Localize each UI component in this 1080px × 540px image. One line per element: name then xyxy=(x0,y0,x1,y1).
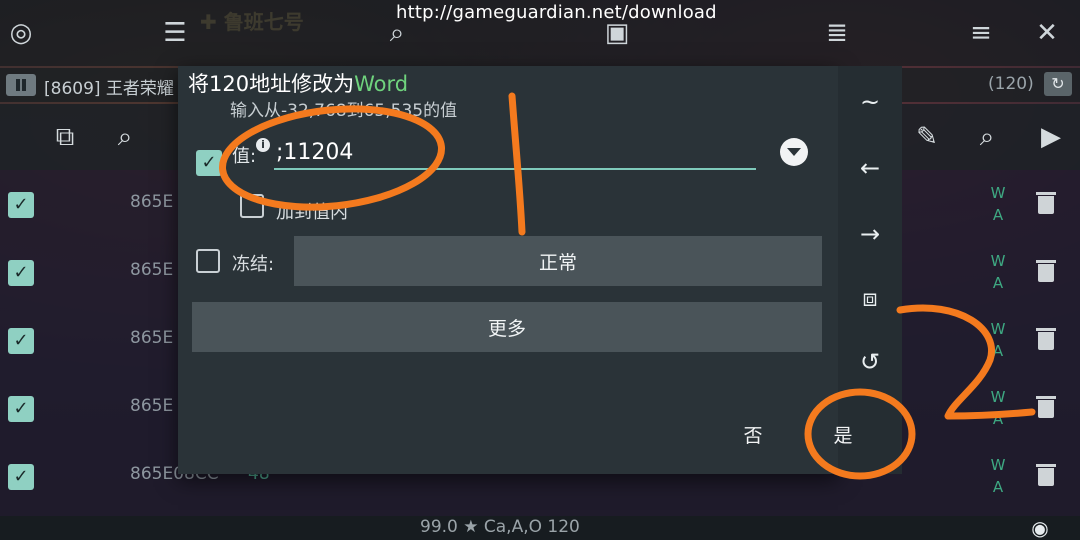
value-checkbox[interactable]: ✓ xyxy=(196,150,222,176)
confirm-button[interactable]: 是 xyxy=(820,414,866,454)
add-to-value-checkbox[interactable] xyxy=(240,194,264,218)
eye-icon[interactable]: ◉ xyxy=(1024,516,1056,540)
add-to-value-label: 加到值内 xyxy=(276,202,348,223)
freeze-checkbox[interactable] xyxy=(196,249,220,273)
row-checkbox[interactable]: ✓ xyxy=(8,260,34,286)
dialog-title: 将120地址修改为Word xyxy=(188,68,408,98)
chevron-down-icon[interactable] xyxy=(780,138,808,166)
dialog-title-prefix: 将120地址修改为 xyxy=(188,72,355,96)
search-icon[interactable]: ⌕ xyxy=(970,120,1004,154)
more-button[interactable]: 更多 xyxy=(192,302,822,352)
status-text: 99.0 ★ Ca,A,O 120 xyxy=(420,517,580,537)
arrow-left-icon[interactable]: ← xyxy=(850,148,890,188)
process-label: [8609] 王者荣耀 xyxy=(44,79,174,99)
search-check-icon[interactable]: ⌕ xyxy=(108,120,142,154)
row-address: 865E xyxy=(130,260,174,280)
arrow-right-icon[interactable]: → xyxy=(850,214,890,254)
row-address: 865E xyxy=(130,396,174,416)
trash-icon[interactable] xyxy=(1036,190,1056,214)
row-type: WA xyxy=(990,252,1006,292)
row-address: 865E xyxy=(130,192,174,212)
value-input[interactable] xyxy=(274,136,756,170)
row-checkbox[interactable]: ✓ xyxy=(8,328,34,354)
value-range-hint: 输入从-32,768到65,535的值 xyxy=(230,101,458,121)
app-logo-icon[interactable]: ◎ xyxy=(6,18,36,48)
row-type: WA xyxy=(990,184,1006,224)
sliders-icon[interactable]: ☰ xyxy=(160,18,190,48)
history-icon[interactable]: ↺ xyxy=(850,342,890,382)
info-icon[interactable]: i xyxy=(256,138,270,152)
refresh-icon[interactable]: ↻ xyxy=(1044,72,1072,96)
trash-icon[interactable] xyxy=(1036,326,1056,350)
row-type: WA xyxy=(990,388,1006,428)
url-overlay: http://gameguardian.net/download xyxy=(396,2,717,23)
cancel-button[interactable]: 否 xyxy=(730,414,776,454)
dialog-side-panel xyxy=(838,66,902,474)
row-checkbox[interactable]: ✓ xyxy=(8,192,34,218)
value-label: 值: xyxy=(232,146,257,167)
dialog-title-type: Word xyxy=(354,72,409,96)
row-address: 865E xyxy=(130,328,174,348)
freeze-label: 冻结: xyxy=(232,254,275,275)
row-type: WA xyxy=(990,320,1006,360)
play-icon[interactable]: ▶ xyxy=(1034,120,1068,154)
row-checkbox[interactable]: ✓ xyxy=(8,464,34,490)
close-icon[interactable]: ✕ xyxy=(1032,18,1062,48)
pause-button[interactable] xyxy=(6,74,36,96)
result-count: (120) xyxy=(988,74,1034,94)
freeze-mode-button[interactable]: 正常 xyxy=(294,236,822,286)
row-checkbox[interactable]: ✓ xyxy=(8,396,34,422)
select-all-icon[interactable]: ⧈ xyxy=(850,278,890,318)
row-type: WA xyxy=(990,456,1006,496)
list-icon[interactable]: ≣ xyxy=(822,18,852,48)
trash-icon[interactable] xyxy=(1036,394,1056,418)
select-copy-icon[interactable]: ⧉ xyxy=(48,120,82,154)
edit-icon[interactable]: ✎ xyxy=(910,120,944,154)
menu-icon[interactable]: ≡ xyxy=(966,18,996,48)
trash-icon[interactable] xyxy=(1036,258,1056,282)
trash-icon[interactable] xyxy=(1036,462,1056,486)
tilde-button[interactable]: ~ xyxy=(850,82,890,122)
